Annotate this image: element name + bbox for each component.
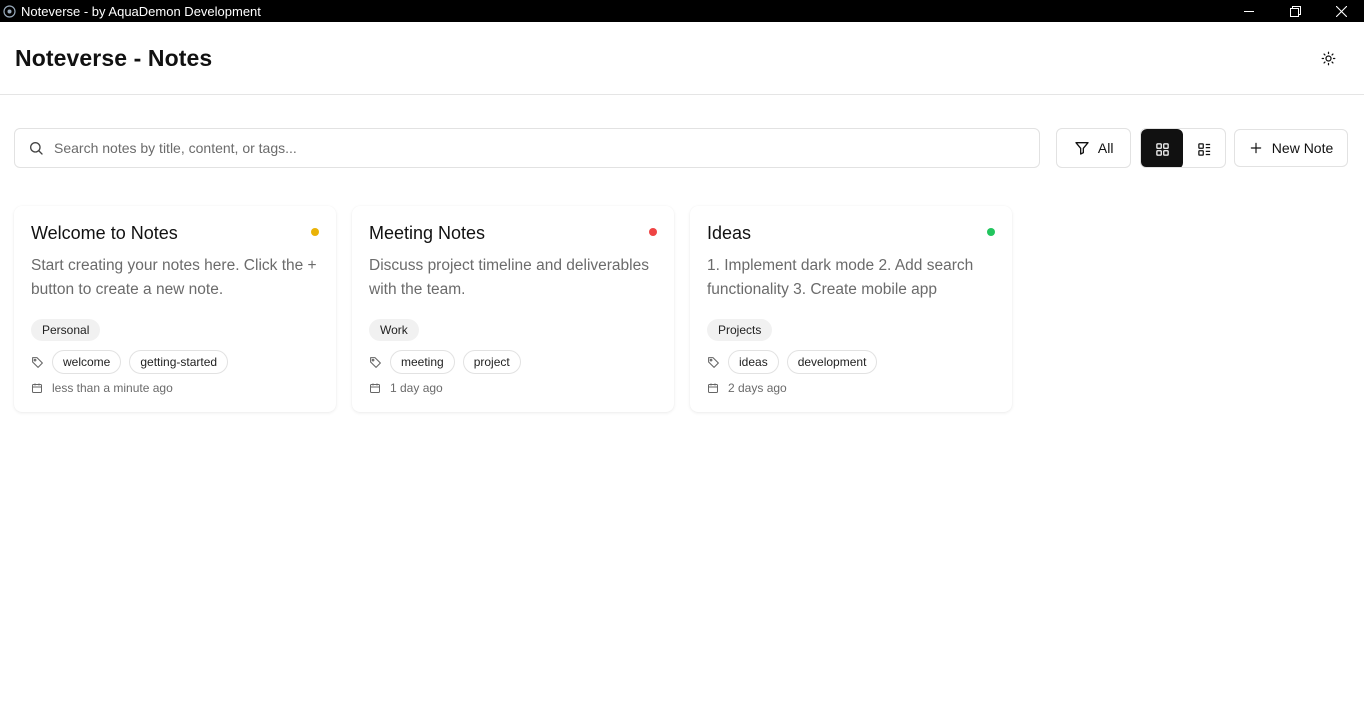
app-header: Noteverse - Notes xyxy=(0,22,1364,95)
note-card[interactable]: Welcome to Notes Start creating your not… xyxy=(14,206,336,412)
note-date: 2 days ago xyxy=(728,381,787,395)
search-icon xyxy=(30,142,43,155)
theme-toggle-button[interactable] xyxy=(1315,45,1341,71)
note-color-dot xyxy=(311,228,319,236)
list-icon xyxy=(1197,142,1210,156)
note-date: 1 day ago xyxy=(390,381,443,395)
note-tags: ideas development xyxy=(707,350,996,374)
note-category-badge: Projects xyxy=(707,319,773,341)
grid-icon xyxy=(1155,142,1169,156)
note-tag[interactable]: welcome xyxy=(52,350,122,374)
search-box xyxy=(14,128,1041,168)
note-card[interactable]: Ideas 1. Implement dark mode 2. Add sear… xyxy=(690,206,1012,412)
search-input[interactable] xyxy=(54,140,1004,156)
note-tag[interactable]: meeting xyxy=(390,350,455,374)
calendar-icon xyxy=(708,383,718,393)
filter-button[interactable]: All xyxy=(1056,128,1132,168)
note-tag[interactable]: getting-started xyxy=(129,350,229,374)
note-category-badge: Personal xyxy=(31,319,101,341)
note-color-dot xyxy=(649,228,657,236)
tag-icon xyxy=(708,356,719,368)
app-logo-icon xyxy=(2,4,16,18)
calendar-icon xyxy=(370,383,380,393)
note-date: less than a minute ago xyxy=(52,381,173,395)
note-date-row: 2 days ago xyxy=(707,381,996,395)
grid-view-button[interactable] xyxy=(1141,129,1184,167)
note-card[interactable]: Meeting Notes Discuss project timeline a… xyxy=(352,206,674,412)
note-title: Welcome to Notes xyxy=(31,223,178,243)
note-title: Meeting Notes xyxy=(369,223,486,243)
new-note-button[interactable]: New Note xyxy=(1234,129,1348,167)
minimize-button[interactable] xyxy=(1226,0,1272,22)
tag-icon xyxy=(370,356,381,368)
minimize-icon xyxy=(1243,10,1254,12)
note-color-dot xyxy=(987,228,995,236)
restore-icon xyxy=(1289,5,1301,17)
note-tag[interactable]: development xyxy=(786,350,878,374)
note-date-row: less than a minute ago xyxy=(31,381,320,395)
restore-button[interactable] xyxy=(1272,0,1318,22)
note-category-badge: Work xyxy=(369,319,419,341)
close-button[interactable] xyxy=(1318,0,1364,22)
tag-icon xyxy=(32,356,43,368)
filter-icon xyxy=(1075,142,1089,155)
note-tags: meeting project xyxy=(369,350,658,374)
note-tag[interactable]: project xyxy=(462,350,521,374)
sun-icon xyxy=(1321,51,1335,65)
window-title: Noteverse - by AquaDemon Development xyxy=(21,3,261,19)
filter-label: All xyxy=(1097,140,1114,156)
note-content: Discuss project timeline and deliverable… xyxy=(369,257,649,298)
note-title: Ideas xyxy=(707,223,752,243)
note-tags: welcome getting-started xyxy=(31,350,320,374)
note-tag[interactable]: ideas xyxy=(728,350,779,374)
window-titlebar: Noteverse - by AquaDemon Development xyxy=(0,0,1364,22)
note-content: Start creating your notes here. Click th… xyxy=(31,257,317,298)
notes-grid: Welcome to Notes Start creating your not… xyxy=(14,206,1012,412)
note-content: 1. Implement dark mode 2. Add search fun… xyxy=(707,257,974,298)
new-note-label: New Note xyxy=(1271,140,1334,156)
note-date-row: 1 day ago xyxy=(369,381,658,395)
calendar-icon xyxy=(32,383,42,393)
view-toggle xyxy=(1140,128,1227,168)
close-icon xyxy=(1335,5,1347,17)
list-view-button[interactable] xyxy=(1183,129,1225,167)
page-title: Noteverse - Notes xyxy=(15,44,213,71)
notes-toolbar: All New Note xyxy=(14,128,1348,168)
plus-icon xyxy=(1250,142,1262,154)
